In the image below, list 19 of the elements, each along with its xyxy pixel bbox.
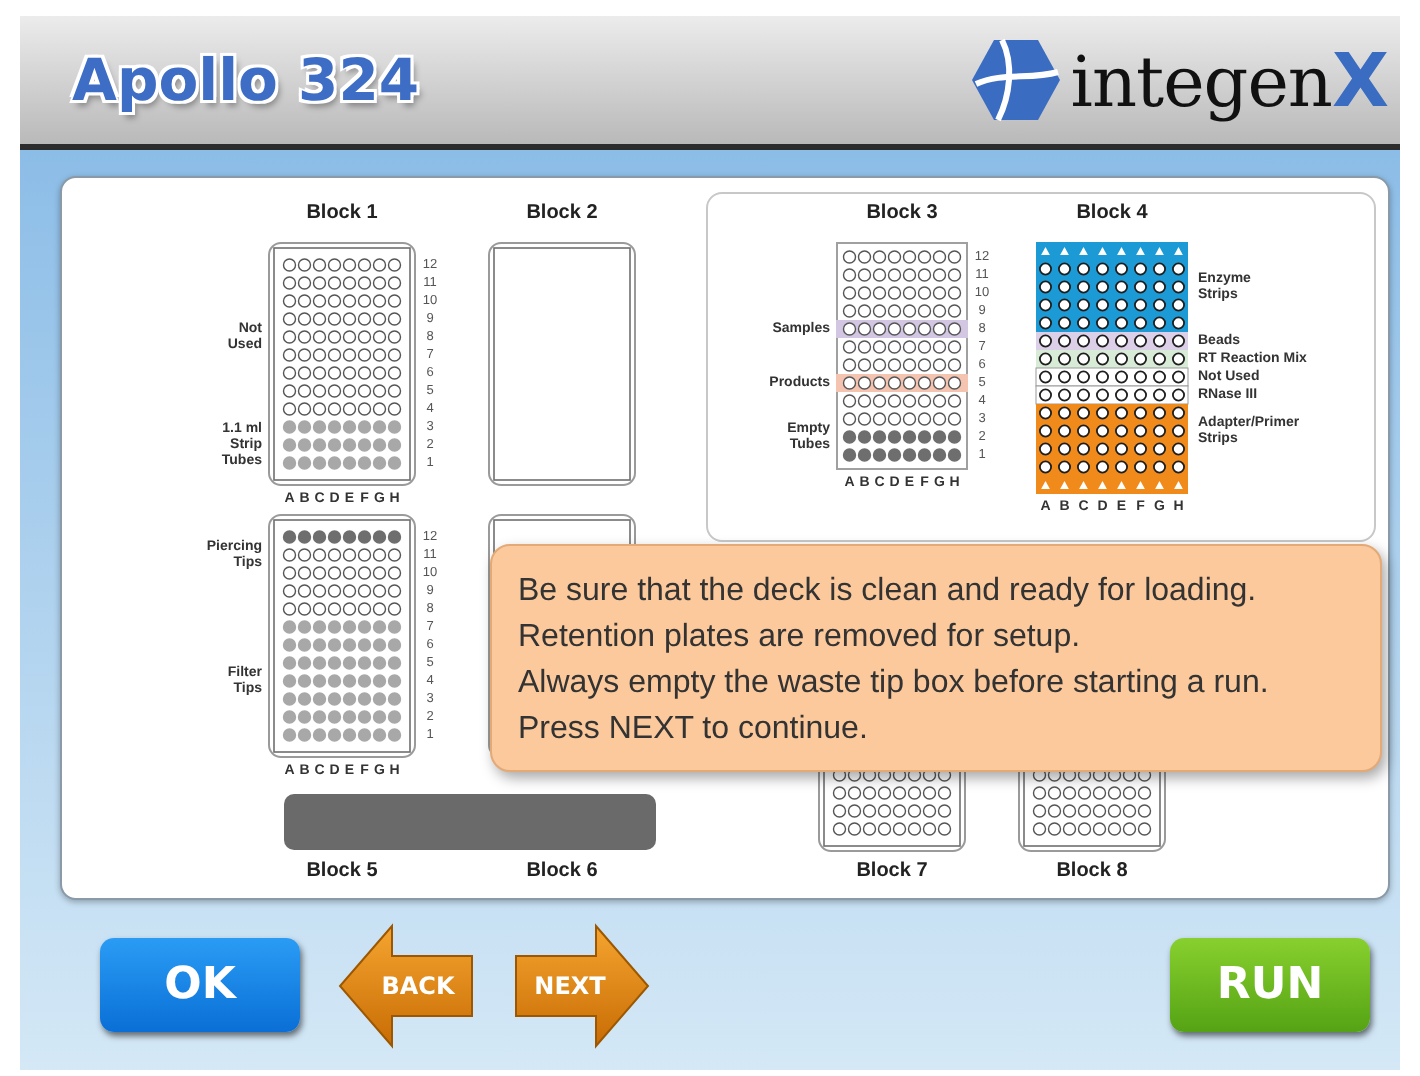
message-line: Always empty the waste tip box before starting a run. — [518, 666, 1269, 700]
message-line: Be sure that the deck is clean and ready for loading. — [518, 574, 1257, 608]
block-label: Block 6 — [526, 860, 598, 884]
next-button[interactable]: NEXT — [512, 921, 652, 1049]
logo-text: integenX — [1070, 37, 1388, 123]
block-label: Block 7 — [856, 860, 928, 884]
message-line: Press NEXT to continue. — [518, 712, 868, 746]
block-label: Block 3 — [866, 202, 938, 226]
message-line: Retention plates are removed for setup. — [518, 620, 1081, 654]
block-label: Block 1 — [306, 202, 378, 226]
block-label: Block 4 — [1076, 202, 1148, 226]
block-label: Block 5 — [306, 860, 378, 884]
back-button[interactable]: BACK — [336, 921, 476, 1049]
ok-button[interactable]: OK — [100, 938, 300, 1032]
app-title: Apollo 324 — [72, 46, 420, 114]
logo-icon — [970, 36, 1063, 124]
block-label: Block 2 — [526, 202, 598, 226]
block-label: Block 8 — [1056, 860, 1128, 884]
run-button[interactable]: RUN — [1170, 938, 1370, 1032]
